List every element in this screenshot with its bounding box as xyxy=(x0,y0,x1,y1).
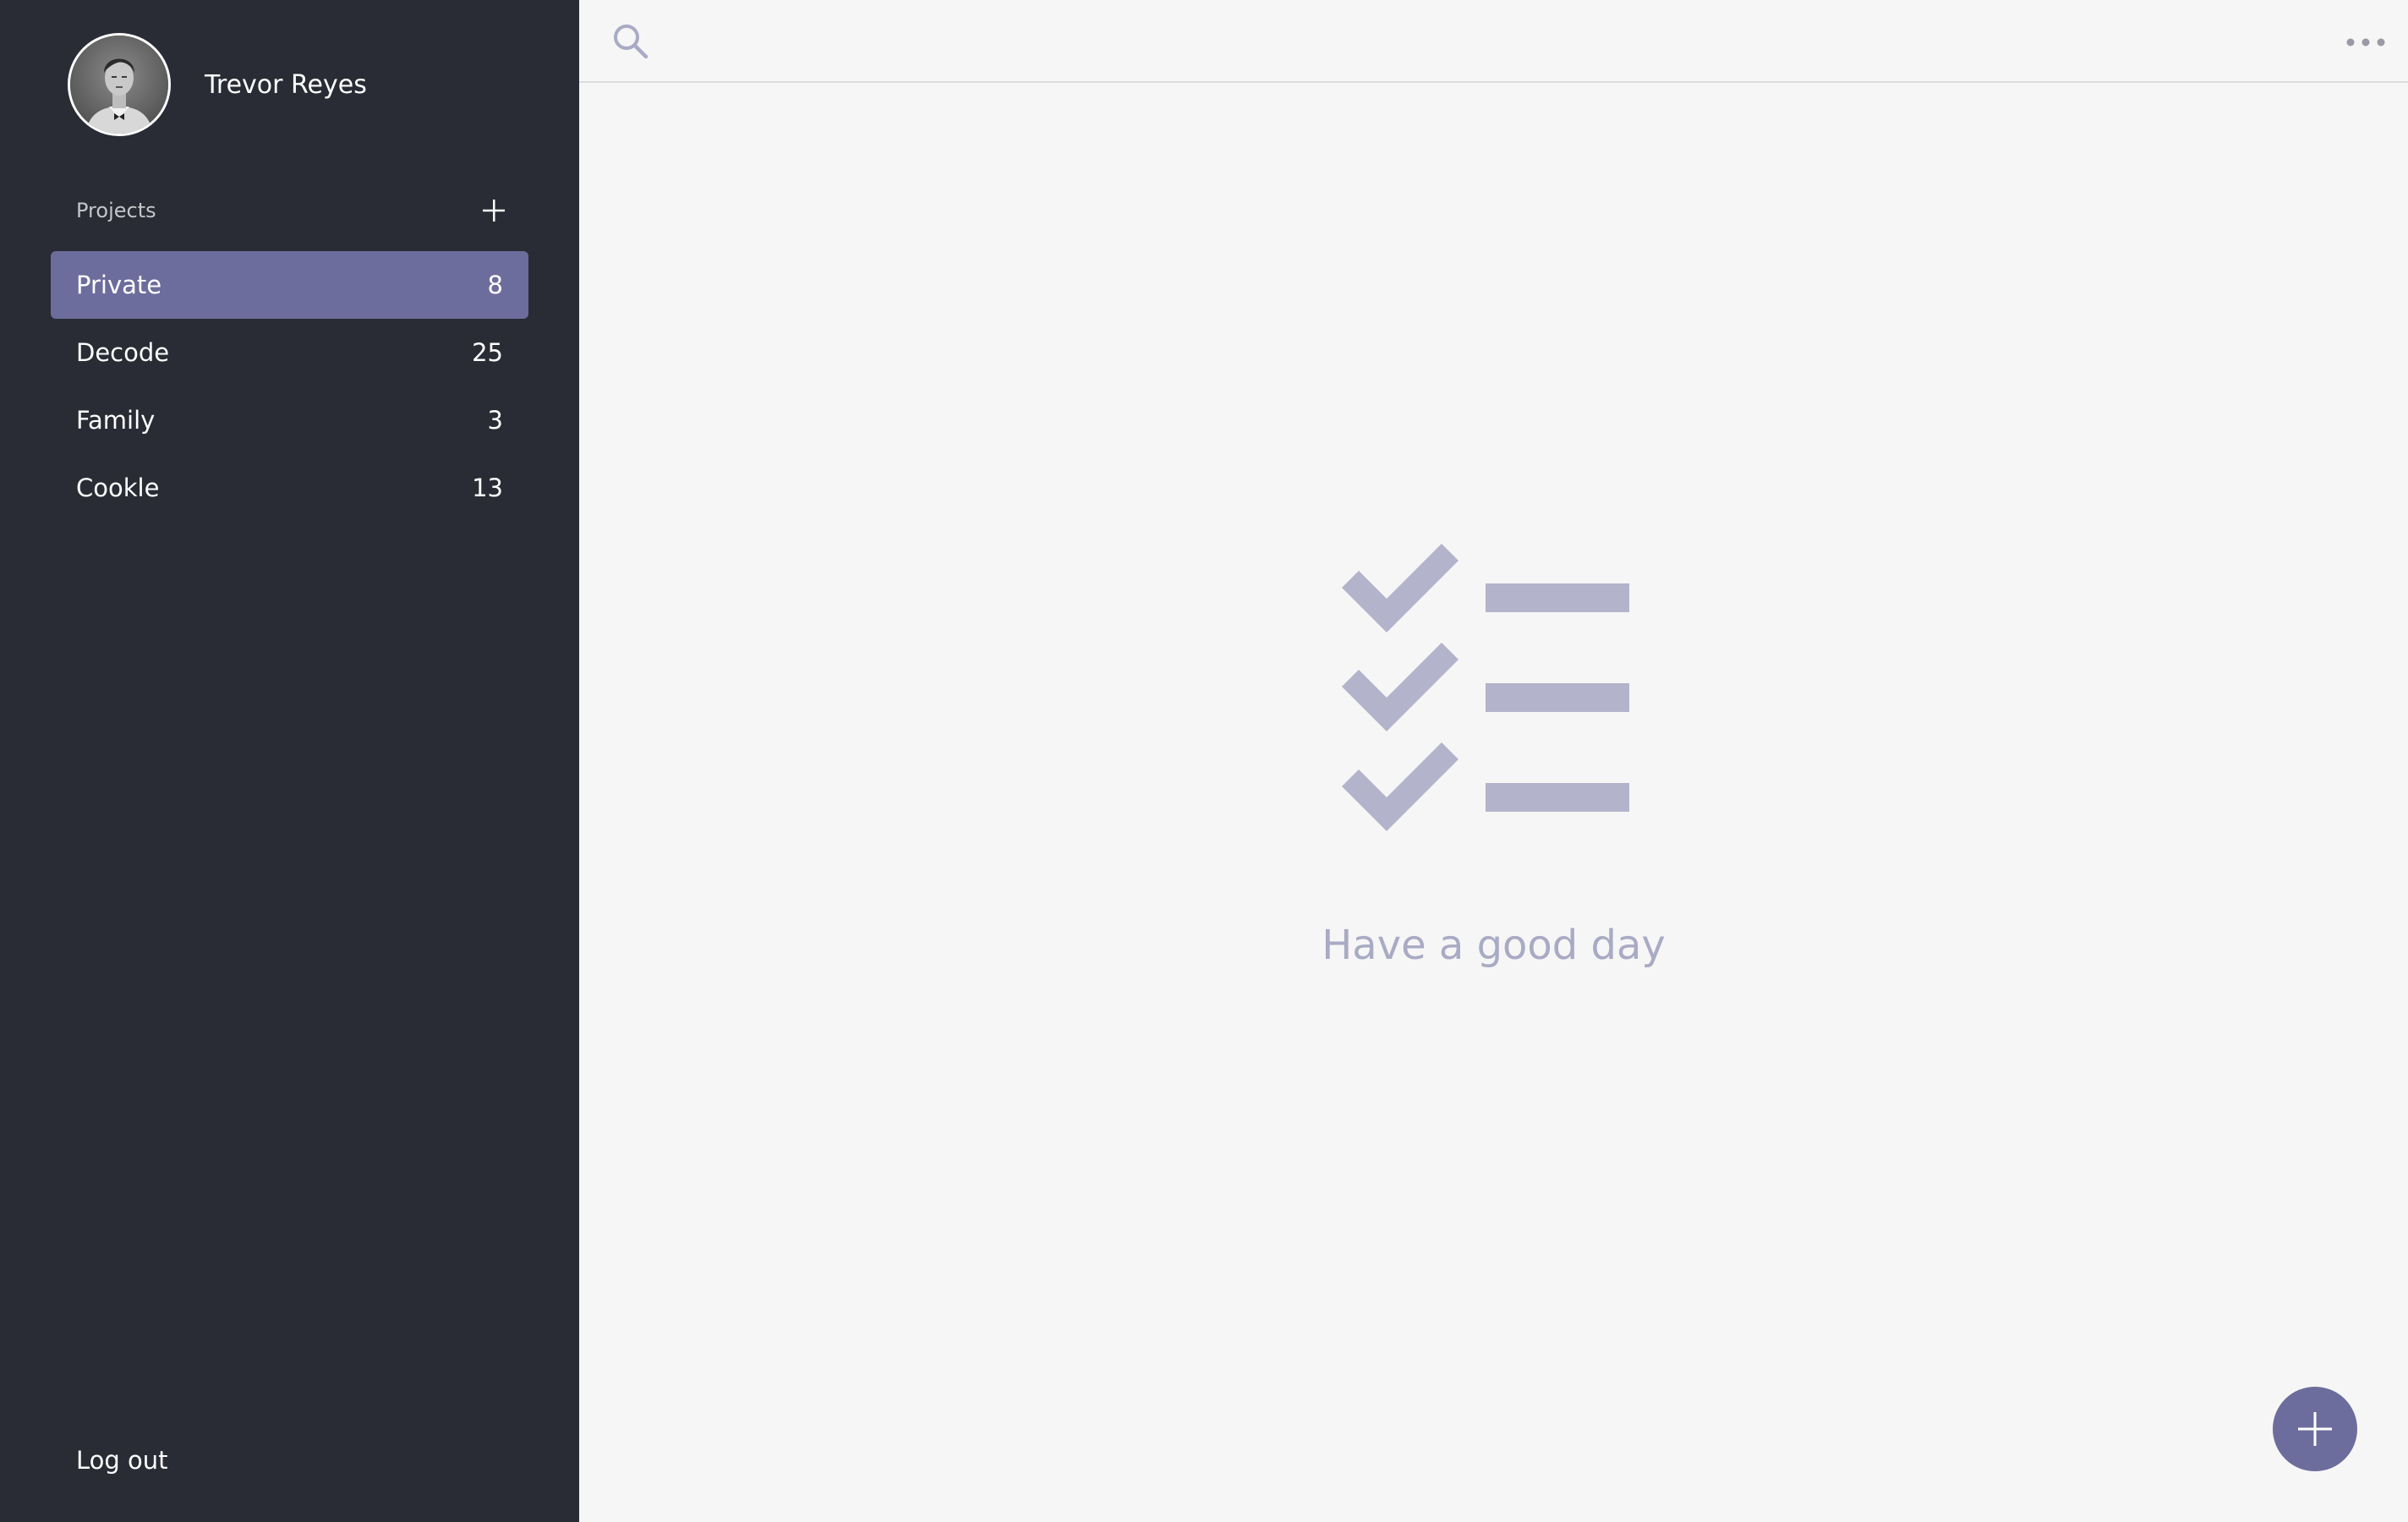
logout-button[interactable]: Log out xyxy=(76,1446,168,1475)
more-horizontal-icon xyxy=(2346,38,2385,47)
project-list: Private 8 Decode 25 Family 3 Cookle 13 xyxy=(51,251,528,522)
project-label: Family xyxy=(76,406,156,435)
sidebar-item-family[interactable]: Family 3 xyxy=(51,386,528,454)
more-options-button[interactable] xyxy=(2340,24,2391,61)
projects-label: Projects xyxy=(76,199,156,222)
checklist-icon xyxy=(1341,544,1629,831)
avatar[interactable] xyxy=(68,33,171,136)
empty-state: Have a good day xyxy=(579,541,2408,969)
project-label: Private xyxy=(76,271,162,299)
project-count: 13 xyxy=(472,474,503,502)
search-button[interactable] xyxy=(610,20,654,64)
add-task-button[interactable] xyxy=(2273,1387,2357,1471)
project-count: 8 xyxy=(487,271,503,299)
plus-icon xyxy=(483,200,505,222)
search-icon xyxy=(614,25,649,59)
project-label: Cookle xyxy=(76,474,160,502)
project-label: Decode xyxy=(76,338,170,367)
sidebar-item-private[interactable]: Private 8 xyxy=(51,251,528,319)
user-name: Trevor Reyes xyxy=(205,69,367,100)
plus-icon xyxy=(2298,1412,2332,1446)
add-project-button[interactable] xyxy=(476,193,512,228)
project-count: 3 xyxy=(487,406,503,435)
sidebar-item-cookle[interactable]: Cookle 13 xyxy=(51,454,528,522)
projects-header: Projects xyxy=(76,193,512,228)
top-bar xyxy=(579,0,2408,83)
empty-state-message: Have a good day xyxy=(1322,922,1666,969)
sidebar-item-decode[interactable]: Decode 25 xyxy=(51,319,528,386)
main-content: Have a good day xyxy=(579,0,2408,1522)
user-avatar-icon xyxy=(70,36,168,134)
user-profile[interactable]: Trevor Reyes xyxy=(68,33,367,136)
project-count: 25 xyxy=(472,338,503,367)
sidebar: Trevor Reyes Projects Private 8 Decode 2… xyxy=(0,0,579,1522)
